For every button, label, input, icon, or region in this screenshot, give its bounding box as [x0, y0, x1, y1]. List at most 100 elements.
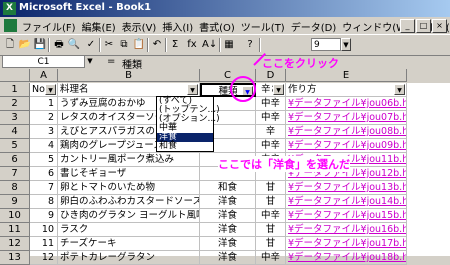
row-header[interactable]: 3: [0, 111, 30, 125]
row-header[interactable]: 1: [0, 83, 30, 97]
name-box-dropdown-icon[interactable]: ▼: [85, 55, 95, 68]
header-cell-a[interactable]: No ▼: [30, 83, 58, 97]
header-cell-e[interactable]: 作り方 ▼: [286, 83, 407, 97]
sum-icon[interactable]: Σ: [168, 38, 182, 52]
table-cell[interactable]: 中辛: [256, 139, 286, 153]
table-cell[interactable]: 9: [30, 209, 58, 223]
table-cell[interactable]: 洋食: [200, 223, 256, 237]
table-cell[interactable]: 洋食: [200, 237, 256, 251]
row-header[interactable]: 13: [0, 251, 30, 265]
zoom-dropdown-icon[interactable]: ▼: [341, 38, 351, 51]
hyperlink-cell[interactable]: ¥データファイル¥jou14b.html: [286, 195, 407, 209]
table-cell[interactable]: 中辛: [256, 97, 286, 111]
autofilter-button-b[interactable]: ▼: [187, 84, 198, 95]
table-cell[interactable]: 11: [30, 237, 58, 251]
hyperlink-cell[interactable]: ¥データファイル¥jou17b.html: [286, 237, 407, 251]
table-cell[interactable]: 4: [30, 139, 58, 153]
cut-icon[interactable]: ✂: [102, 38, 116, 52]
menu-item[interactable]: データ(D): [291, 19, 337, 34]
row-header[interactable]: 2: [0, 97, 30, 111]
filter-option[interactable]: 和食: [157, 142, 213, 151]
row-header[interactable]: 5: [0, 139, 30, 153]
row-header[interactable]: 10: [0, 209, 30, 223]
table-cell[interactable]: 8: [30, 195, 58, 209]
copy-icon[interactable]: ⧉: [117, 38, 131, 52]
hyperlink-cell[interactable]: ¥データファイル¥jou18b.html: [286, 251, 407, 265]
hyperlink-cell[interactable]: ¥データファイル¥jou06b.html: [286, 97, 407, 111]
table-cell[interactable]: 卵白のふわふわカスタードソース: [58, 195, 200, 209]
row-header[interactable]: 6: [0, 153, 30, 167]
table-cell[interactable]: 中辛: [256, 209, 286, 223]
table-cell[interactable]: 洋食: [200, 251, 256, 265]
table-cell[interactable]: 甘: [256, 237, 286, 251]
row-header[interactable]: 4: [0, 125, 30, 139]
table-cell[interactable]: 洋食: [200, 209, 256, 223]
menu-item[interactable]: ファイル(F): [22, 19, 76, 34]
new-icon[interactable]: 🗋: [3, 38, 17, 52]
menu-item[interactable]: 挿入(I): [162, 19, 193, 34]
help-icon[interactable]: ?: [243, 38, 257, 52]
paste-icon[interactable]: 📋: [132, 38, 146, 52]
table-cell[interactable]: 和食: [200, 181, 256, 195]
sort-asc-icon[interactable]: A↓: [202, 38, 217, 52]
hyperlink-cell[interactable]: ¥データファイル¥jou15b.html: [286, 209, 407, 223]
chart-icon[interactable]: ▦: [222, 38, 236, 52]
hyperlink-cell[interactable]: ¥データファイル¥jou16b.html: [286, 223, 407, 237]
row-header[interactable]: 7: [0, 167, 30, 181]
table-cell[interactable]: 6: [30, 167, 58, 181]
hyperlink-cell[interactable]: ¥データファイル¥jou13b.html: [286, 181, 407, 195]
table-cell[interactable]: 甘: [256, 181, 286, 195]
table-cell[interactable]: ひき肉のグラタン ヨーグルト風味: [58, 209, 200, 223]
table-cell[interactable]: ラスク: [58, 223, 200, 237]
table-cell[interactable]: カントリー風ポーク煮込み: [58, 153, 200, 167]
spell-icon[interactable]: ✓: [84, 38, 98, 52]
table-cell[interactable]: ポテトカレーグラタン: [58, 251, 200, 265]
autofilter-button-e[interactable]: ▼: [394, 84, 405, 95]
table-cell[interactable]: 甘: [256, 223, 286, 237]
row-header[interactable]: 8: [0, 181, 30, 195]
table-cell[interactable]: 甘: [256, 195, 286, 209]
table-cell[interactable]: チーズケーキ: [58, 237, 200, 251]
column-header-d[interactable]: D: [256, 69, 286, 82]
autofilter-button-a[interactable]: ▼: [45, 84, 56, 95]
autofilter-dropdown[interactable]: (すべて) (トップテン...) (オプション...) 中華 洋食 和食: [156, 96, 220, 152]
row-header[interactable]: 12: [0, 237, 30, 251]
table-cell[interactable]: 書じそギョーザ: [58, 167, 200, 181]
table-cell[interactable]: 卵とトマトのいため物: [58, 181, 200, 195]
table-cell[interactable]: 10: [30, 223, 58, 237]
header-cell-b[interactable]: 料理名 ▼: [58, 83, 200, 97]
name-box[interactable]: C1: [2, 55, 85, 68]
menu-item[interactable]: 編集(E): [82, 19, 116, 34]
close-button[interactable]: ×: [432, 19, 447, 33]
table-cell[interactable]: 中辛: [256, 251, 286, 265]
zoom-box[interactable]: 9: [311, 38, 341, 51]
hyperlink-cell[interactable]: ¥データファイル¥jou09b.html: [286, 139, 407, 153]
header-cell-d[interactable]: 辛さ ▼: [256, 83, 286, 97]
menu-item[interactable]: 書式(O): [199, 19, 235, 34]
workbook-icon[interactable]: [4, 19, 17, 32]
row-header[interactable]: 9: [0, 195, 30, 209]
autofilter-button-d[interactable]: ▼: [273, 84, 284, 95]
column-header-e[interactable]: E: [286, 69, 407, 82]
restore-button[interactable]: □: [416, 19, 431, 33]
menu-item[interactable]: 表示(V): [122, 19, 157, 34]
save-icon[interactable]: 💾: [33, 38, 47, 52]
table-cell[interactable]: 2: [30, 111, 58, 125]
preview-icon[interactable]: 🔍: [67, 38, 81, 52]
table-cell[interactable]: 中辛: [256, 111, 286, 125]
column-header-a[interactable]: A: [30, 69, 58, 82]
table-cell[interactable]: 7: [30, 181, 58, 195]
open-icon[interactable]: 📂: [18, 38, 32, 52]
menu-item[interactable]: ツール(T): [241, 19, 285, 34]
column-header-b[interactable]: B: [58, 69, 200, 82]
row-header[interactable]: 11: [0, 223, 30, 237]
hyperlink-cell[interactable]: ¥データファイル¥jou08b.html: [286, 125, 407, 139]
select-all-corner[interactable]: [0, 69, 30, 82]
table-cell[interactable]: 洋食: [200, 195, 256, 209]
table-cell[interactable]: 3: [30, 125, 58, 139]
undo-icon[interactable]: ↶: [150, 38, 164, 52]
table-cell[interactable]: 辛: [256, 125, 286, 139]
table-cell[interactable]: 5: [30, 153, 58, 167]
function-icon[interactable]: fx: [185, 38, 199, 52]
table-cell[interactable]: 1: [30, 97, 58, 111]
